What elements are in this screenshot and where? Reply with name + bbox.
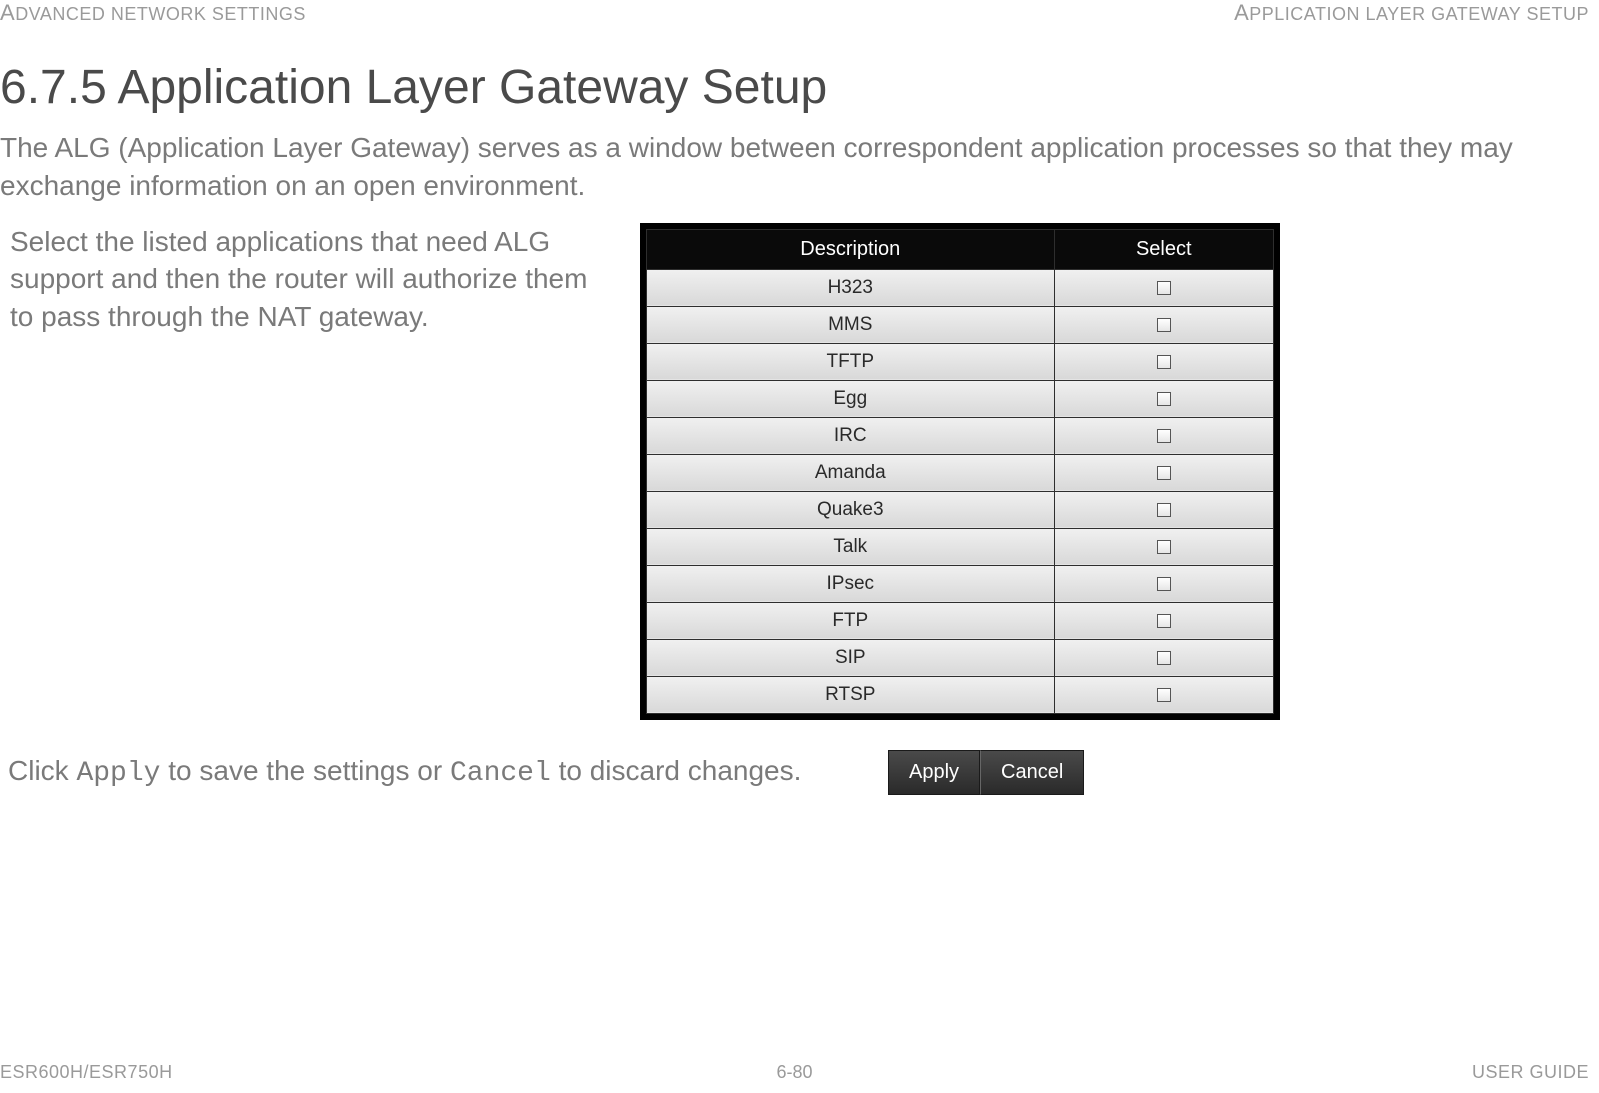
row-select-cell [1054,269,1273,306]
row-description: Talk [647,528,1055,565]
actions-text-mid: to save the settings or [160,755,450,786]
row-description: Amanda [647,454,1055,491]
table-row: IPsec [647,565,1274,602]
row-description: RTSP [647,676,1055,713]
row-description: Quake3 [647,491,1055,528]
row-select-cell [1054,380,1273,417]
row-description: IPsec [647,565,1055,602]
row-description: FTP [647,602,1055,639]
select-checkbox[interactable] [1157,540,1171,554]
actions-instruction: Click Apply to save the settings or Canc… [8,752,878,793]
table-row: SIP [647,639,1274,676]
row-select-cell [1054,491,1273,528]
header-left: ADVANCED NETWORK SETTINGS [0,0,306,26]
select-checkbox[interactable] [1157,429,1171,443]
table-row: Egg [647,380,1274,417]
table-row: FTP [647,602,1274,639]
row-description: TFTP [647,343,1055,380]
apply-code: Apply [76,758,160,789]
select-checkbox[interactable] [1157,466,1171,480]
col-header-select: Select [1054,229,1273,269]
cancel-code: Cancel [450,758,551,789]
footer-center: 6-80 [776,1062,812,1083]
row-description: H323 [647,269,1055,306]
row-select-cell [1054,676,1273,713]
select-checkbox[interactable] [1157,688,1171,702]
table-row: MMS [647,306,1274,343]
select-checkbox[interactable] [1157,281,1171,295]
header-right: APPLICATION LAYER GATEWAY SETUP [1234,0,1589,26]
row-select-cell [1054,306,1273,343]
footer-left: ESR600H/ESR750H [0,1062,173,1083]
actions-buttons: Apply Cancel [888,750,1084,795]
page-title: 6.7.5 Application Layer Gateway Setup [0,60,1599,115]
alg-table: Description Select H323MMSTFTPEggIRCAman… [640,223,1280,720]
row-select-cell [1054,454,1273,491]
row-description: IRC [647,417,1055,454]
row-select-cell [1054,528,1273,565]
apply-button[interactable]: Apply [888,750,980,795]
select-checkbox[interactable] [1157,651,1171,665]
table-row: TFTP [647,343,1274,380]
table-row: IRC [647,417,1274,454]
select-checkbox[interactable] [1157,355,1171,369]
select-checkbox[interactable] [1157,392,1171,406]
row-select-cell [1054,639,1273,676]
table-row: Quake3 [647,491,1274,528]
col-header-description: Description [647,229,1055,269]
select-checkbox[interactable] [1157,577,1171,591]
row-description: Egg [647,380,1055,417]
footer-right: USER GUIDE [1472,1062,1589,1083]
instruction-paragraph: Select the listed applications that need… [10,223,600,336]
row-select-cell [1054,417,1273,454]
row-description: SIP [647,639,1055,676]
table-row: RTSP [647,676,1274,713]
select-checkbox[interactable] [1157,614,1171,628]
actions-text-suffix: to discard changes. [551,755,802,786]
row-select-cell [1054,343,1273,380]
row-select-cell [1054,602,1273,639]
table-row: Amanda [647,454,1274,491]
intro-paragraph: The ALG (Application Layer Gateway) serv… [0,129,1589,205]
table-row: H323 [647,269,1274,306]
row-description: MMS [647,306,1055,343]
select-checkbox[interactable] [1157,503,1171,517]
row-select-cell [1054,565,1273,602]
table-row: Talk [647,528,1274,565]
actions-text-prefix: Click [8,755,76,786]
select-checkbox[interactable] [1157,318,1171,332]
cancel-button[interactable]: Cancel [980,750,1084,795]
